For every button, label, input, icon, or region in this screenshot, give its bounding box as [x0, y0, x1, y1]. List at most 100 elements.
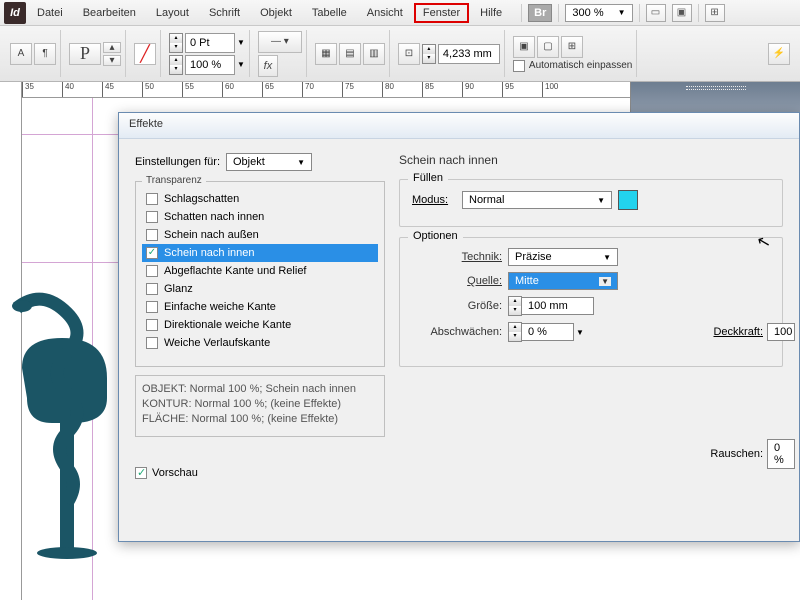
autofit-label: Automatisch einpassen [529, 60, 632, 71]
menu-bearbeiten[interactable]: Bearbeiten [74, 3, 145, 23]
menubar: Id Datei Bearbeiten Layout Schrift Objek… [0, 0, 800, 26]
effect-direktionale-kante[interactable]: Direktionale weiche Kante [142, 316, 378, 334]
size-label: Größe: [412, 300, 502, 312]
stroke-weight-field[interactable]: 0 Pt [185, 33, 235, 53]
zoom-dropdown[interactable]: 300 % ▼ [565, 4, 632, 22]
effect-glanz[interactable]: Glanz [142, 280, 378, 298]
size-field[interactable]: 100 mm [522, 297, 594, 315]
frame-fit-icon[interactable]: ⊡ [398, 43, 420, 65]
menu-tabelle[interactable]: Tabelle [303, 3, 356, 23]
menu-layout[interactable]: Layout [147, 3, 198, 23]
soften-field[interactable]: 0 % [522, 323, 574, 341]
checkbox[interactable] [146, 337, 158, 349]
screen-mode-icon[interactable]: ▣ [672, 4, 692, 22]
chevron-down-icon[interactable]: ▼ [576, 328, 584, 337]
technique-dropdown[interactable]: Präzise ▼ [508, 248, 618, 266]
opacity-label: Deckkraft: [713, 326, 763, 338]
source-dropdown[interactable]: Mitte ▼ [508, 272, 618, 290]
effect-verlaufskante[interactable]: Weiche Verlaufskante [142, 334, 378, 352]
menu-schrift[interactable]: Schrift [200, 3, 249, 23]
text-wrap-none-icon[interactable]: ▦ [315, 43, 337, 65]
fit-frame-icon[interactable]: ▢ [537, 36, 559, 58]
chevron-down-icon[interactable]: ▼ [237, 60, 245, 69]
checkbox[interactable] [146, 211, 158, 223]
effect-schein-innen[interactable]: Schein nach innen [142, 244, 378, 262]
chevron-down-icon: ▼ [603, 253, 611, 262]
options-group-label: Optionen [408, 230, 463, 242]
paragraph-icon[interactable]: P [69, 43, 101, 65]
columns-up-icon[interactable]: ▴ [103, 42, 121, 53]
settings-for-dropdown[interactable]: Objekt ▼ [226, 153, 312, 171]
separator [558, 4, 559, 22]
effect-schlagschatten[interactable]: Schlagschatten [142, 190, 378, 208]
view-mode-icon[interactable]: ▭ [646, 4, 666, 22]
fill-group: Füllen Modus: Normal ▼ [399, 179, 783, 227]
preview-label: Vorschau [152, 467, 198, 479]
effect-kante-relief[interactable]: Abgeflachte Kante und Relief [142, 262, 378, 280]
noise-field[interactable]: 0 % [767, 439, 795, 469]
soften-spinner[interactable]: ▴▾ [508, 322, 522, 342]
chevron-down-icon: ▼ [618, 8, 626, 17]
separator [698, 4, 699, 22]
checkbox[interactable] [146, 193, 158, 205]
para-format-icon[interactable]: ¶ [34, 43, 56, 65]
transparency-label: Transparenz [142, 175, 206, 186]
pct-field[interactable]: 100 % [185, 55, 235, 75]
panel-grip-icon[interactable] [686, 86, 746, 90]
fit-content-icon[interactable]: ▣ [513, 36, 535, 58]
checkbox[interactable] [146, 229, 158, 241]
effect-schatten-innen[interactable]: Schatten nach innen [142, 208, 378, 226]
arrange-icon[interactable]: ⊞ [705, 4, 725, 22]
text-wrap-shape-icon[interactable]: ▥ [363, 43, 385, 65]
app-logo: Id [4, 2, 26, 24]
menu-hilfe[interactable]: Hilfe [471, 3, 511, 23]
menu-datei[interactable]: Datei [28, 3, 72, 23]
color-swatch[interactable] [618, 190, 638, 210]
effect-list: Schlagschatten Schatten nach innen Schei… [142, 190, 378, 360]
menu-ansicht[interactable]: Ansicht [358, 3, 412, 23]
columns-down-icon[interactable]: ▾ [103, 55, 121, 66]
chevron-down-icon[interactable]: ▼ [237, 38, 245, 47]
checkbox[interactable] [146, 283, 158, 295]
section-title: Schein nach innen [399, 153, 783, 167]
checkbox[interactable] [146, 319, 158, 331]
frame-offset-field[interactable]: 4,233 mm [438, 44, 500, 64]
chevron-down-icon: ▼ [597, 196, 605, 205]
opacity-field[interactable]: 100 [767, 323, 795, 341]
text-wrap-bbox-icon[interactable]: ▤ [339, 43, 361, 65]
fx-icon[interactable]: fx [258, 55, 278, 77]
menu-objekt[interactable]: Objekt [251, 3, 301, 23]
stroke-icon[interactable]: ╱ [134, 43, 156, 65]
effects-dialog: Effekte Einstellungen für: Objekt ▼ Tran… [118, 112, 800, 542]
mode-dropdown[interactable]: Normal ▼ [462, 191, 612, 209]
pct-spinner[interactable]: ▴▾ [169, 55, 183, 75]
separator [521, 4, 522, 22]
mode-label: Modus: [412, 194, 456, 206]
chevron-down-icon: ▼ [599, 277, 611, 286]
checkbox[interactable] [146, 247, 158, 259]
control-toolbar: A ¶ P ▴ ▾ ╱ ▴▾ 0 Pt ▼ ▴▾ 100 % ▼ — ▾ fx [0, 26, 800, 82]
effect-einfache-kante[interactable]: Einfache weiche Kante [142, 298, 378, 316]
autofit-checkbox[interactable] [513, 60, 525, 72]
soften-label: Abschwächen: [412, 326, 502, 338]
technique-label: Technik: [412, 251, 502, 263]
chevron-down-icon: ▼ [297, 158, 305, 167]
effect-summary: OBJEKT: Normal 100 %; Schein nach innen … [135, 375, 385, 437]
center-content-icon[interactable]: ⊞ [561, 36, 583, 58]
menu-fenster[interactable]: Fenster [414, 3, 469, 23]
stroke-weight-spinner[interactable]: ▴▾ [169, 33, 183, 53]
stroke-style-dropdown[interactable]: — ▾ [258, 31, 302, 53]
preview-checkbox[interactable]: ✓ [135, 467, 147, 479]
checkbox[interactable] [146, 265, 158, 277]
lightning-icon[interactable]: ⚡ [768, 43, 790, 65]
char-format-icon[interactable]: A [10, 43, 32, 65]
frame-offset-spinner[interactable]: ▴▾ [422, 44, 436, 64]
settings-for-label: Einstellungen für: [135, 156, 220, 168]
bridge-icon[interactable]: Br [528, 4, 552, 22]
dialog-title: Effekte [119, 113, 799, 139]
options-group: Optionen Technik: Präzise ▼ Quelle: Mitt… [399, 237, 783, 367]
size-spinner[interactable]: ▴▾ [508, 296, 522, 316]
source-label: Quelle: [412, 275, 502, 287]
checkbox[interactable] [146, 301, 158, 313]
effect-schein-aussen[interactable]: Schein nach außen [142, 226, 378, 244]
